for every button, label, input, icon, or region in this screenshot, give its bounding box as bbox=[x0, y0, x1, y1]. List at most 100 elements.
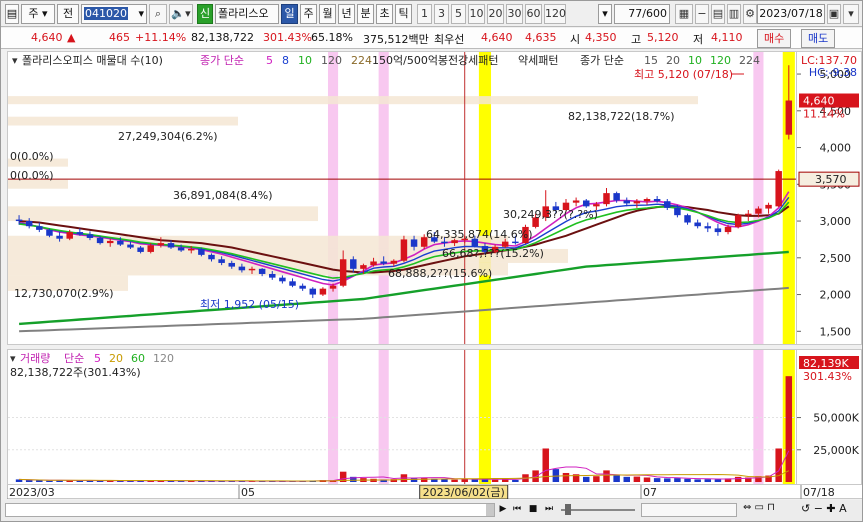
low-note: 최저 1,952 (05/15) bbox=[200, 298, 299, 311]
search-icon[interactable]: ⌕ bbox=[149, 4, 167, 24]
chart-window: ▤ 주 ▾ 전 041020 ▾ ⌕ 🔈▾ 신 폴라리스오 ▾ 77/600 ▦ … bbox=[0, 0, 863, 522]
market-select-value: 주 bbox=[28, 7, 39, 20]
volume-chart-panel[interactable]: ▾ 거래량 단순 5 20 60 120 82,138,722주(301.43%) bbox=[7, 349, 797, 485]
interval-button-120[interactable]: 120 bbox=[544, 4, 566, 24]
candle-body-74 bbox=[765, 204, 772, 209]
ma224-line bbox=[19, 286, 789, 333]
candle-body-73 bbox=[755, 208, 762, 214]
legend-item-bull: 강세패턴 bbox=[458, 54, 498, 67]
candle-body-18 bbox=[198, 248, 205, 255]
period-range-slider[interactable] bbox=[641, 503, 737, 517]
zoom-slider-handle[interactable] bbox=[565, 504, 571, 515]
period-button-0[interactable]: 일 bbox=[281, 4, 298, 24]
profile-label-4: 36,891,084(8.4%) bbox=[173, 189, 273, 202]
candle-body-72 bbox=[745, 213, 752, 216]
date-label-1: 05 bbox=[241, 486, 255, 499]
candle-body-9 bbox=[106, 240, 114, 244]
stop-icon[interactable]: ■ bbox=[527, 503, 539, 517]
speaker-icon[interactable]: 🔈▾ bbox=[169, 4, 193, 24]
sell-button[interactable]: 매도 bbox=[801, 29, 836, 48]
period-button-5[interactable]: 초 bbox=[376, 4, 393, 24]
volume-bar-58 bbox=[603, 470, 610, 482]
code-input[interactable]: 041020 ▾ bbox=[81, 4, 147, 24]
price-axis-svg: 5,0004,5004,0003,5003,0002,5002,0001,500… bbox=[797, 54, 860, 338]
print-icon[interactable]: ▥ bbox=[727, 4, 741, 24]
candle-body-13 bbox=[147, 245, 154, 252]
interval-button-10[interactable]: 10 bbox=[468, 4, 485, 24]
price-chart-panel[interactable]: ▾ 폴라리스오피스 매물대 수(10) 종가 단순 5 8 10 120 224 150억/50… bbox=[7, 51, 797, 345]
candle-body-4 bbox=[56, 235, 63, 239]
zoom-slider[interactable] bbox=[561, 504, 635, 515]
candle-body-56 bbox=[583, 200, 590, 207]
volume-bar-56 bbox=[583, 476, 590, 482]
candle-body-75 bbox=[775, 171, 782, 207]
interval-button-3[interactable]: 3 bbox=[434, 4, 449, 24]
forward-icon[interactable]: ⏭ bbox=[543, 503, 555, 517]
legend-ma-10: 10 bbox=[298, 54, 312, 67]
legend-ma-5: 5 bbox=[266, 54, 273, 67]
interval-button-1[interactable]: 1 bbox=[417, 4, 432, 24]
volume-bar-62 bbox=[643, 477, 651, 482]
save-icon[interactable]: ▤ bbox=[711, 4, 725, 24]
profile-label-1: 27,249,304(6.2%) bbox=[118, 130, 218, 143]
count-input[interactable]: 77/600 bbox=[614, 4, 670, 24]
period-button-3[interactable]: 년 bbox=[338, 4, 355, 24]
interval-button-20[interactable]: 20 bbox=[487, 4, 504, 24]
volume-bar-47 bbox=[491, 479, 499, 482]
volume-axis: 82,139K 301.43% 50,000K 25,000K bbox=[797, 349, 862, 485]
market-select[interactable]: 주 ▾ bbox=[21, 4, 55, 24]
period-button-2[interactable]: 월 bbox=[319, 4, 336, 24]
candle-body-58 bbox=[603, 193, 610, 205]
period-button-1[interactable]: 주 bbox=[300, 4, 317, 24]
period-button-4[interactable]: 분 bbox=[357, 4, 374, 24]
candle-body-37 bbox=[390, 260, 398, 264]
volume-bar-57 bbox=[593, 476, 600, 482]
play-icon[interactable]: ▶ bbox=[497, 503, 509, 517]
legend-ma-label: 종가 단순 bbox=[200, 54, 244, 67]
vol-tick-label-1: 25,000K bbox=[813, 444, 859, 457]
quote-open: 4,350 bbox=[585, 31, 617, 44]
date-input[interactable]: 2023/07/18 bbox=[757, 4, 825, 24]
quote-row: 4,640 ▲ 465 +11.14% 82,138,722 301.43% 6… bbox=[1, 28, 862, 49]
candle-body-35 bbox=[370, 261, 377, 266]
scroll-toolbar: ▶ ⏮ ■ ⏭ ⇔ ▭ ⊓ ↺ − ✚ A bbox=[1, 500, 862, 521]
candle-body-59 bbox=[613, 193, 620, 201]
legend-item6-2: 10 bbox=[688, 54, 702, 67]
interval-button-5[interactable]: 5 bbox=[451, 4, 466, 24]
candle-body-30 bbox=[319, 288, 327, 295]
horizontal-scrollbar[interactable] bbox=[5, 503, 495, 517]
volume-bar-69 bbox=[714, 479, 722, 482]
interval-button-30[interactable]: 30 bbox=[506, 4, 523, 24]
scrollbar-thumb[interactable] bbox=[486, 504, 494, 516]
price-chart[interactable]: ▾ 폴라리스오피스 매물대 수(10) 종가 단순 5 8 10 120 224 150억/50… bbox=[8, 52, 797, 345]
quote-change: 465 bbox=[109, 31, 130, 44]
period-button-6[interactable]: 틱 bbox=[395, 4, 412, 24]
date-axis: 2023/03 05 07 07/18 2023/06/02(금) bbox=[6, 484, 862, 500]
zoom-buttons[interactable]: ↺ − ✚ A bbox=[801, 502, 847, 515]
candle-body-38 bbox=[400, 239, 408, 261]
volume-bar-75 bbox=[775, 448, 782, 482]
chevron-down-icon[interactable]: ▾ bbox=[843, 4, 859, 24]
candle-body-68 bbox=[704, 226, 712, 229]
volume-bar-54 bbox=[562, 472, 570, 482]
calendar-icon[interactable]: ▣ bbox=[827, 4, 841, 24]
minus-icon[interactable]: − bbox=[695, 4, 709, 24]
current-price-label: 4,640 bbox=[803, 95, 835, 108]
stock-name-field[interactable]: 폴라리스오 bbox=[215, 4, 279, 24]
candle-body-6 bbox=[76, 232, 84, 235]
candle-74 bbox=[765, 202, 772, 214]
buy-button[interactable]: 매수 bbox=[757, 29, 792, 48]
gear-icon[interactable]: ⚙ bbox=[743, 4, 757, 24]
type-select[interactable]: 전 bbox=[57, 4, 79, 24]
code-input-value: 041020 bbox=[84, 7, 128, 20]
count-input-arrow[interactable]: ▾ bbox=[598, 4, 612, 24]
candle-58 bbox=[603, 187, 610, 207]
volume-chart[interactable]: ▾ 거래량 단순 5 20 60 120 82,138,722주(301.43%) bbox=[8, 350, 797, 485]
drawing-tools[interactable]: ⇔ ▭ ⊓ bbox=[743, 502, 775, 513]
rewind-icon[interactable]: ⏮ bbox=[511, 503, 523, 517]
interval-button-60[interactable]: 60 bbox=[525, 4, 542, 24]
grid-icon[interactable]: ▦ bbox=[675, 4, 693, 24]
panel-toggle[interactable]: ▤ bbox=[5, 4, 19, 24]
volume-bar-65 bbox=[674, 478, 681, 482]
volume-bar-2 bbox=[36, 480, 43, 482]
